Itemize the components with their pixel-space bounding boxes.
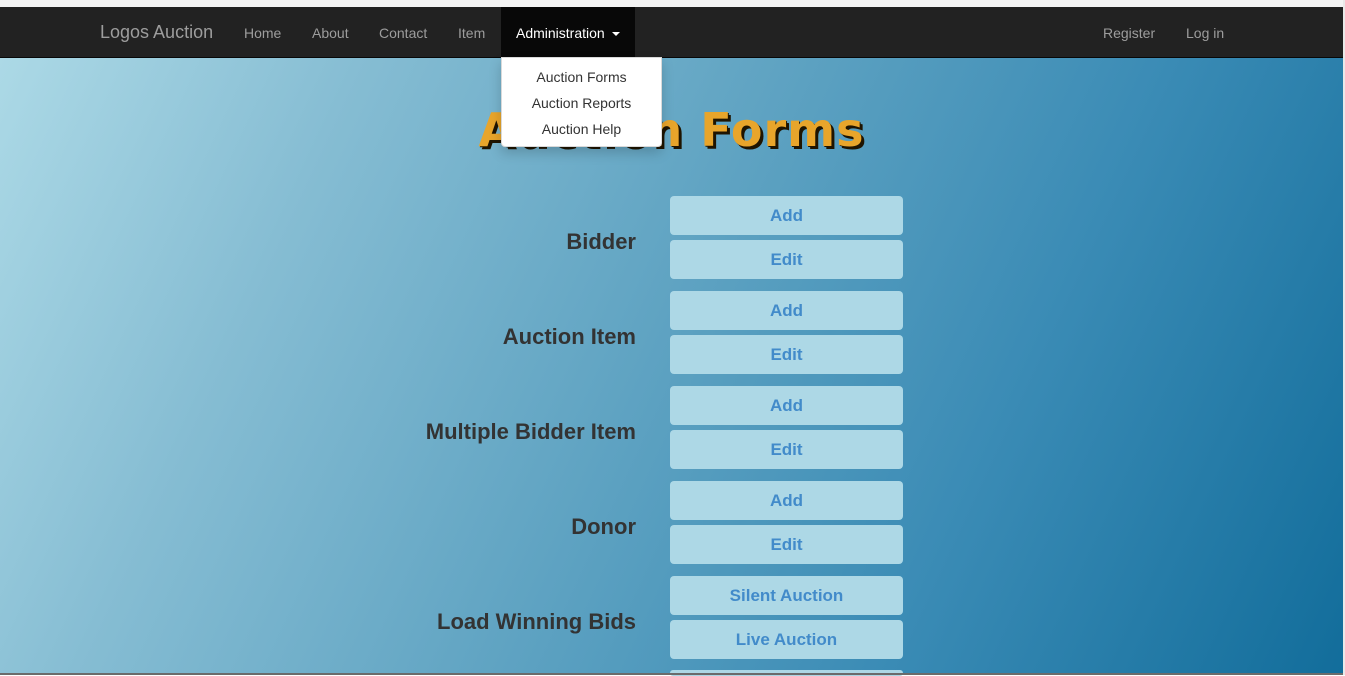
silent-auction-button[interactable]: Silent Auction — [670, 576, 903, 615]
auction-item-add-button[interactable]: Add — [670, 291, 903, 330]
donor-edit-button[interactable]: Edit — [670, 525, 903, 564]
nav-contact[interactable]: Contact — [379, 24, 427, 42]
bidder-add-button[interactable]: Add — [670, 196, 903, 235]
nav-register[interactable]: Register — [1103, 24, 1155, 42]
nav-about[interactable]: About — [312, 24, 349, 42]
bidder-edit-button[interactable]: Edit — [670, 240, 903, 279]
multiple-bidder-item-add-button[interactable]: Add — [670, 386, 903, 425]
section-label-auction-item: Auction Item — [502, 324, 636, 349]
caret-down-icon — [612, 32, 620, 36]
administration-dropdown-menu: Auction Forms Auction Reports Auction He… — [501, 57, 662, 147]
nav-administration[interactable]: Administration — [501, 7, 635, 57]
main-content: Auction Forms Bidder Add Edit Auction It… — [0, 58, 1343, 676]
section-label-multiple-bidder-item: Multiple Bidder Item — [425, 419, 636, 444]
donor-add-button[interactable]: Add — [670, 481, 903, 520]
nav-login[interactable]: Log in — [1186, 24, 1224, 42]
nav-item[interactable]: Item — [458, 24, 485, 42]
live-auction-button[interactable]: Live Auction — [670, 620, 903, 659]
section-label-donor: Donor — [571, 514, 636, 539]
menu-item-auction-help[interactable]: Auction Help — [502, 120, 661, 138]
auction-item-edit-button[interactable]: Edit — [670, 335, 903, 374]
menu-item-auction-reports[interactable]: Auction Reports — [502, 94, 661, 112]
brand-link[interactable]: Logos Auction — [100, 22, 213, 42]
menu-item-auction-forms[interactable]: Auction Forms — [502, 68, 661, 86]
page-title: Auction Forms — [478, 103, 865, 157]
multiple-bidder-item-edit-button[interactable]: Edit — [670, 430, 903, 469]
nav-home[interactable]: Home — [244, 24, 281, 42]
nav-administration-label: Administration — [516, 25, 605, 41]
navbar: Logos Auction Home About Contact Item Ad… — [0, 7, 1343, 58]
section-label-bidder: Bidder — [566, 229, 636, 254]
section-label-load-winning-bids: Load Winning Bids — [437, 609, 636, 634]
